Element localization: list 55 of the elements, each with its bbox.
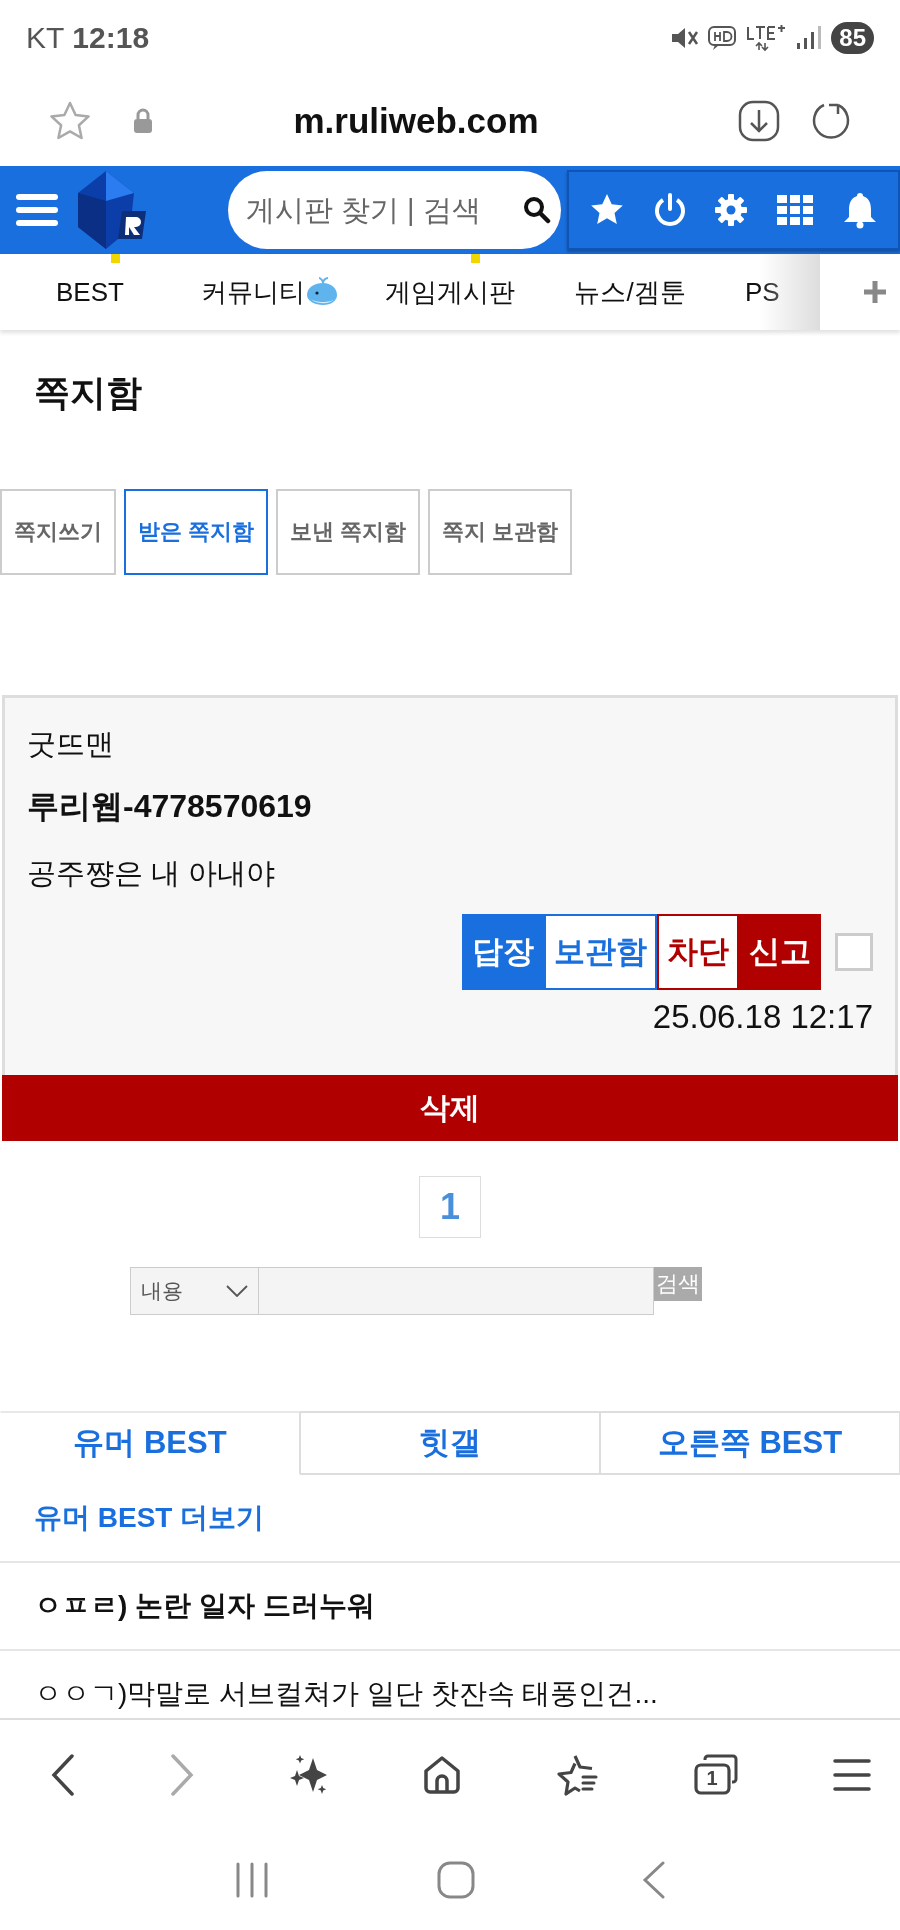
nav-tab[interactable]: PS <box>745 276 780 308</box>
action-button[interactable]: 신고 <box>739 914 821 990</box>
home-icon[interactable] <box>422 1755 462 1795</box>
action-button[interactable]: 답장 <box>462 914 544 990</box>
message-date: 25.06.18 12:17 <box>652 998 873 1036</box>
home-button-icon[interactable] <box>437 1861 475 1899</box>
add-icon[interactable] <box>862 279 888 305</box>
chevron-down-icon <box>226 1285 248 1297</box>
search-field[interactable]: 게시판 찾기 | 검색 <box>228 171 561 249</box>
hd-icon <box>707 23 738 52</box>
search-type-select[interactable]: 내용 <box>130 1267 259 1315</box>
mailbox-tab[interactable]: 보낸 쪽지함 <box>276 489 421 575</box>
indicator-mark <box>111 254 120 263</box>
message-text: 공주쨩은 내 아내야 <box>27 856 277 891</box>
back-icon[interactable] <box>50 1753 76 1797</box>
post-title[interactable]: ㅇㅍㄹ) 논란 일자 드러누워 <box>0 1587 375 1625</box>
lock-icon <box>132 107 154 134</box>
sender-name: 굿뜨맨 <box>27 727 115 762</box>
search-input[interactable] <box>259 1267 654 1315</box>
signal-icon <box>795 23 824 52</box>
bookmarks-icon[interactable] <box>555 1753 600 1797</box>
bell-icon[interactable] <box>842 191 879 229</box>
mailbox-tab[interactable]: 쪽지쓰기 <box>0 489 116 575</box>
lte-icon <box>745 23 788 52</box>
nav-tab[interactable]: 커뮤니티 <box>201 274 305 310</box>
nav-tab[interactable]: 게임게시판 <box>385 274 515 310</box>
action-button[interactable]: 보관함 <box>544 914 657 990</box>
clock: 12:18 <box>72 20 150 55</box>
power-icon[interactable] <box>652 192 687 228</box>
carrier: KT <box>26 20 65 55</box>
download-icon[interactable] <box>738 99 780 142</box>
delete-button[interactable]: 삭제 <box>2 1075 898 1141</box>
url-text[interactable]: m.ruliweb.com <box>94 100 738 141</box>
settings-icon[interactable] <box>714 193 749 227</box>
search-icon[interactable] <box>523 196 551 224</box>
mailbox-tab[interactable]: 받은 쪽지함 <box>124 489 269 575</box>
menu-icon[interactable] <box>14 191 60 229</box>
nav-tab[interactable]: 뉴스/겜툰 <box>574 274 686 310</box>
post-title[interactable]: ㅇㅇㄱ)막말로 서브컬쳐가 일단 찻잔속 태풍인건... <box>0 1675 658 1713</box>
user-id: 루리웹-4778570619 <box>27 787 313 826</box>
battery-level: 85 <box>831 21 874 54</box>
mailbox-tab[interactable]: 쪽지 보관함 <box>428 489 573 575</box>
action-button[interactable]: 차단 <box>657 914 739 990</box>
checkbox[interactable] <box>835 933 873 971</box>
best-tab[interactable]: 오른쪽 BEST <box>600 1411 900 1475</box>
grid-icon[interactable] <box>776 194 815 226</box>
best-tab[interactable]: 유머 BEST <box>0 1411 300 1475</box>
page-title: 쪽지함 <box>34 371 143 415</box>
more-link[interactable]: 유머 BEST 더보기 <box>0 1475 900 1563</box>
menu-icon[interactable] <box>831 1758 872 1792</box>
nav-tab[interactable]: BEST <box>56 276 124 308</box>
best-tab[interactable]: 힛갤 <box>300 1411 600 1475</box>
indicator-mark <box>471 254 480 263</box>
star-icon[interactable] <box>48 99 92 142</box>
back-button-icon[interactable] <box>642 1861 667 1899</box>
